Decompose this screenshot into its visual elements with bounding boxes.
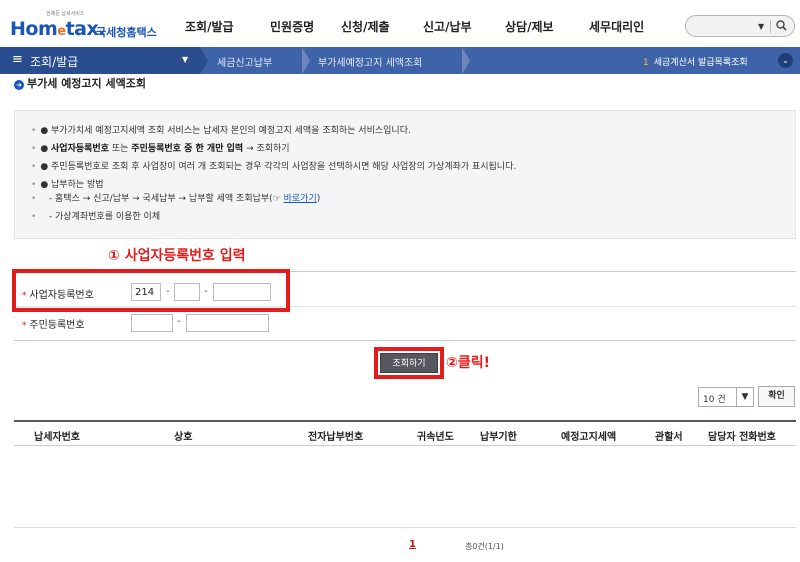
col-attribution-year: 귀속년도 [417,432,454,443]
arrow-right-icon: ➜ [14,80,24,90]
logo-brand: Hometax. [10,18,105,40]
resno-label: * 주민등록번호 [22,320,85,331]
resno-part1-input[interactable] [131,314,173,332]
global-search-input[interactable]: ▼ [685,15,795,37]
gnb-report-pay[interactable]: 신고/납부 [423,18,472,35]
annotation-step1: ① 사업자등록번호 입력 [108,248,246,264]
breadcrumb-tax-report-pay[interactable]: 세금신고납부 [217,54,272,69]
gnb-inquiry[interactable]: 조회/발급 [185,18,234,35]
chevron-down-icon[interactable]: ▼ [736,388,753,406]
col-prenotice-amount: 예정고지세액 [561,432,617,443]
logo-subtitle: 국세청홈택스 [96,26,157,39]
dash: - [177,316,181,327]
breadcrumb-separator [462,47,470,74]
divider [770,20,771,33]
sub-navbar: ≡ 조회/발급 ▼ 세금신고납부 부가세예정고지 세액조회 1 세금계산서 발급목… [0,47,800,74]
info-box: • ● 부가가치세 예정고지세액 조회 서비스는 납세자 본인의 예정고지 세액을… [14,110,796,239]
shortcut-link[interactable]: 바로가기 [284,194,317,204]
col-company-name: 상호 [174,432,193,443]
col-contact-phone: 담당자 전화번호 [708,432,776,443]
col-due-date: 납부기한 [480,432,517,443]
info-line: • ● 부가가치세 예정고지세액 조회 서비스는 납세자 본인의 예정고지 세액을… [31,126,411,136]
chevron-down-icon: ▼ [182,55,189,64]
chevron-down-icon[interactable]: ▼ [758,22,764,31]
info-line: • - 가상계좌번호를 이용한 이체 [31,212,161,222]
highlight-box-bizno [12,269,290,312]
all-menu-button[interactable]: ≡ 조회/발급 ▼ [0,47,200,74]
info-line: • ● 사업자등록번호 또는 주민등록번호 중 한 개만 입력 → 조회하기 [31,144,290,154]
annotation-step2: ②클릭! [446,355,490,371]
total-count: 총0건(1/1) [465,542,504,551]
confirm-button[interactable]: 확인 [758,386,795,407]
gnb-tax-agent[interactable]: 세무대리인 [589,18,644,35]
gnb-consult[interactable]: 상담/제보 [505,18,554,35]
gnb-certificate[interactable]: 민원증명 [270,18,314,35]
menu-label: 조회/발급 [30,55,79,69]
breadcrumb-vat-prenotice[interactable]: 부가세예정고지 세액조회 [318,54,422,69]
breadcrumb-separator [302,47,310,74]
quick-link-invoice-list[interactable]: 1 세금계산서 발급목록조회 [643,55,748,68]
hamburger-icon: ≡ [12,52,23,67]
info-line: • ● 주민등록번호로 조회 후 사업장이 여러 개 조회되는 경우 각각의 사업… [31,162,517,172]
col-e-payment-no: 전자납부번호 [308,432,364,443]
search-icon[interactable] [774,18,792,34]
page-size-select[interactable]: 10 건 ▼ [698,387,754,407]
breadcrumb-separator [200,47,208,74]
page-link-current[interactable]: 1 [409,539,416,550]
info-line: • - 홈택스 → 신고/납부 → 국세납부 → 납부할 세액 조회납부(☞ 바… [31,194,321,204]
col-taxpayer-no: 납세자번호 [34,432,80,443]
logo-tagline: 언제든 납세서비스 [46,11,85,17]
page-title: ➜ 부가세 예정고지 세액조회 [14,75,146,91]
resno-part2-input[interactable] [186,314,269,332]
col-tax-office: 관할서 [655,432,683,443]
table-header: 납세자번호 상호 전자납부번호 귀속년도 납부기한 예정고지세액 관할서 담당자… [14,420,796,446]
divider [14,527,796,528]
chevron-down-icon[interactable]: ⌄ [778,53,793,68]
highlight-box-search [374,347,444,379]
gnb-apply[interactable]: 신청/제출 [341,18,390,35]
info-line: • ● 납부하는 방법 [31,180,104,190]
page-size-value: 10 건 [703,395,726,405]
